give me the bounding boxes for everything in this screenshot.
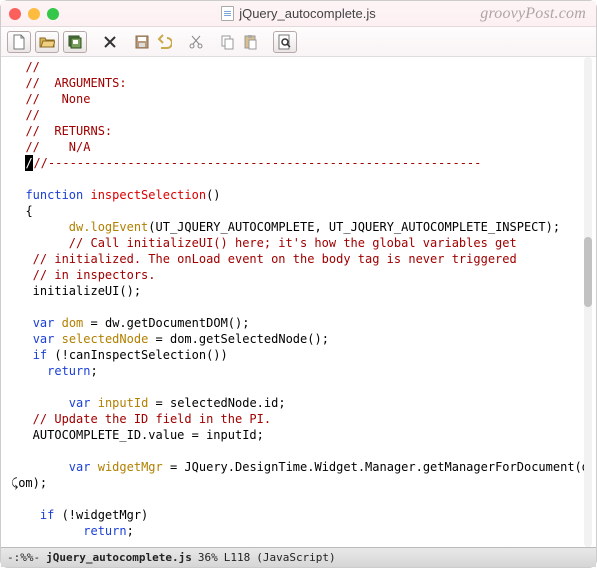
save-all-button[interactable] — [63, 31, 87, 53]
watermark: groovyPost.com — [480, 5, 586, 23]
close-file-button[interactable] — [101, 31, 119, 53]
status-percent: 36% — [198, 551, 218, 564]
save-icon — [134, 34, 150, 50]
open-folder-icon — [39, 34, 55, 50]
toolbar — [1, 27, 596, 57]
close-window-button[interactable] — [9, 8, 21, 20]
status-mode: -:%%- — [7, 551, 40, 564]
vertical-scrollbar[interactable] — [584, 57, 592, 547]
new-file-button[interactable] — [7, 31, 31, 53]
save-button[interactable] — [133, 31, 151, 53]
minimize-window-button[interactable] — [28, 8, 40, 20]
editor-viewport[interactable]: // // ARGUMENTS: // None // // RETURNS: … — [1, 57, 596, 547]
window-title: jQuery_autocomplete.js — [239, 6, 376, 21]
status-line: L118 — [224, 551, 251, 564]
code-editor[interactable]: // // ARGUMENTS: // None // // RETURNS: … — [1, 57, 596, 547]
titlebar: jQuery_autocomplete.js groovyPost.com — [1, 1, 596, 27]
find-button[interactable] — [273, 31, 297, 53]
statusbar: -:%%- jQuery_autocomplete.js 36% L118 (J… — [1, 547, 596, 567]
status-lang: (JavaScript) — [256, 551, 335, 564]
open-file-button[interactable] — [35, 31, 59, 53]
paste-icon — [242, 34, 258, 50]
copy-icon — [220, 34, 236, 50]
status-filename: jQuery_autocomplete.js — [46, 551, 192, 564]
close-icon — [102, 34, 118, 50]
undo-icon — [156, 34, 172, 50]
paste-button[interactable] — [241, 31, 259, 53]
undo-button[interactable] — [155, 31, 173, 53]
scrollbar-thumb[interactable] — [584, 237, 592, 307]
cut-icon — [188, 34, 204, 50]
save-stack-icon — [67, 34, 83, 50]
copy-button[interactable] — [219, 31, 237, 53]
cut-button[interactable] — [187, 31, 205, 53]
search-page-icon — [277, 34, 293, 50]
traffic-lights — [9, 8, 59, 20]
new-file-icon — [11, 34, 27, 50]
file-type-icon — [221, 6, 234, 21]
zoom-window-button[interactable] — [47, 8, 59, 20]
